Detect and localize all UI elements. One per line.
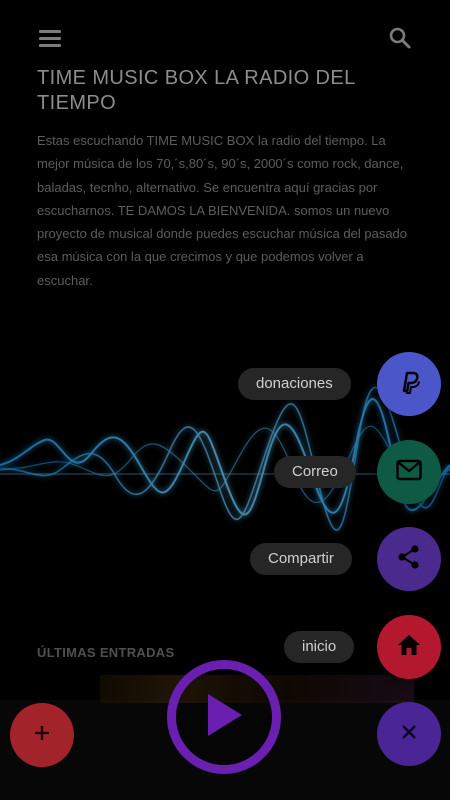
share-label[interactable]: Compartir bbox=[250, 543, 352, 575]
add-button[interactable] bbox=[10, 703, 74, 767]
plus-icon bbox=[33, 724, 51, 747]
page-title: TIME MUSIC BOX LA RADIO DEL TIEMPO bbox=[37, 67, 355, 114]
search-icon[interactable] bbox=[388, 26, 412, 50]
donations-button[interactable] bbox=[377, 352, 441, 416]
share-icon bbox=[396, 544, 422, 575]
home-icon bbox=[397, 634, 421, 661]
close-fab-button[interactable] bbox=[377, 702, 441, 766]
play-icon bbox=[202, 691, 246, 744]
hamburger-menu-icon[interactable] bbox=[39, 30, 61, 48]
donations-label[interactable]: donaciones bbox=[238, 368, 351, 400]
top-app-bar bbox=[0, 0, 450, 76]
email-button[interactable] bbox=[377, 440, 441, 504]
play-button[interactable] bbox=[167, 660, 281, 774]
description-text: Estas escuchando TIME MUSIC BOX la radio… bbox=[37, 133, 408, 288]
close-icon bbox=[401, 724, 417, 745]
home-button[interactable] bbox=[377, 615, 441, 679]
email-label[interactable]: Correo bbox=[274, 456, 356, 488]
share-button[interactable] bbox=[377, 527, 441, 591]
mail-icon bbox=[396, 459, 422, 486]
latest-entries-heading: ÚLTIMAS ENTRADAS bbox=[37, 645, 175, 660]
home-label[interactable]: inicio bbox=[284, 631, 355, 663]
paypal-icon bbox=[396, 369, 422, 400]
